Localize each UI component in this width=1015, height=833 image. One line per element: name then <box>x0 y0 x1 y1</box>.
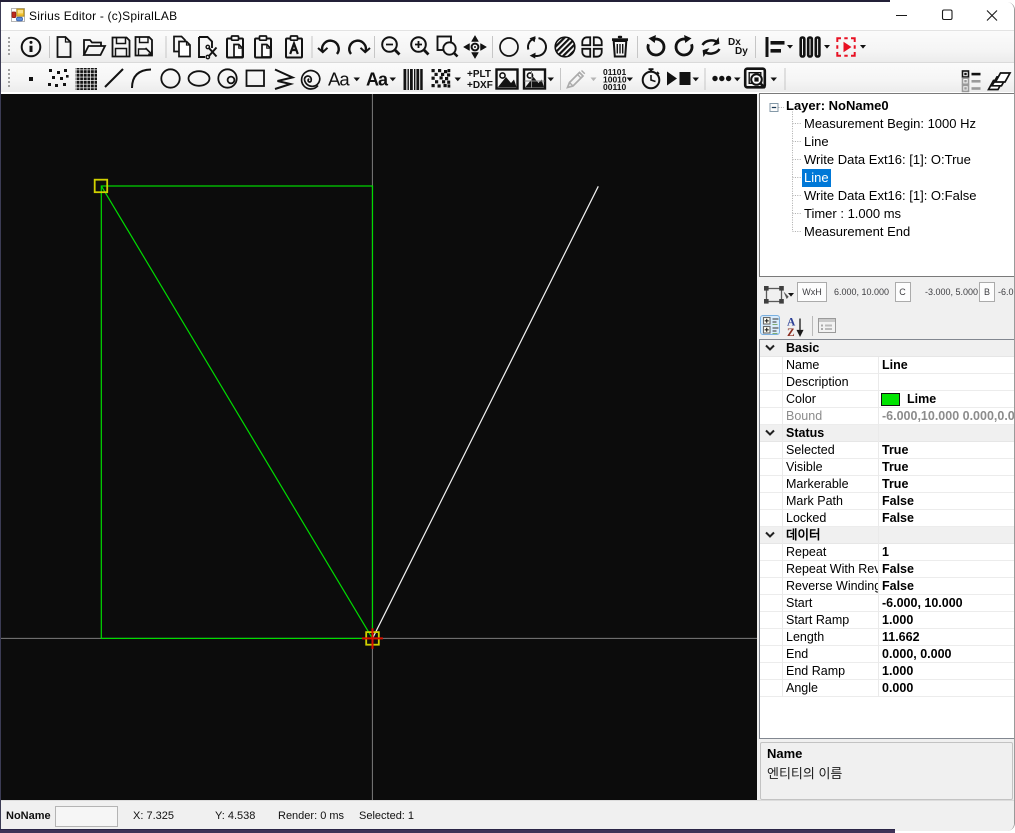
svg-text:Aa: Aa <box>328 69 350 90</box>
svg-text:Aa: Aa <box>366 70 389 90</box>
svg-text:00110: 00110 <box>603 82 626 92</box>
svg-text:+PLT: +PLT <box>467 69 491 80</box>
svg-text:Dy: Dy <box>735 46 748 57</box>
svg-text:Z: Z <box>787 327 795 339</box>
svg-text:+DXF: +DXF <box>467 80 493 91</box>
